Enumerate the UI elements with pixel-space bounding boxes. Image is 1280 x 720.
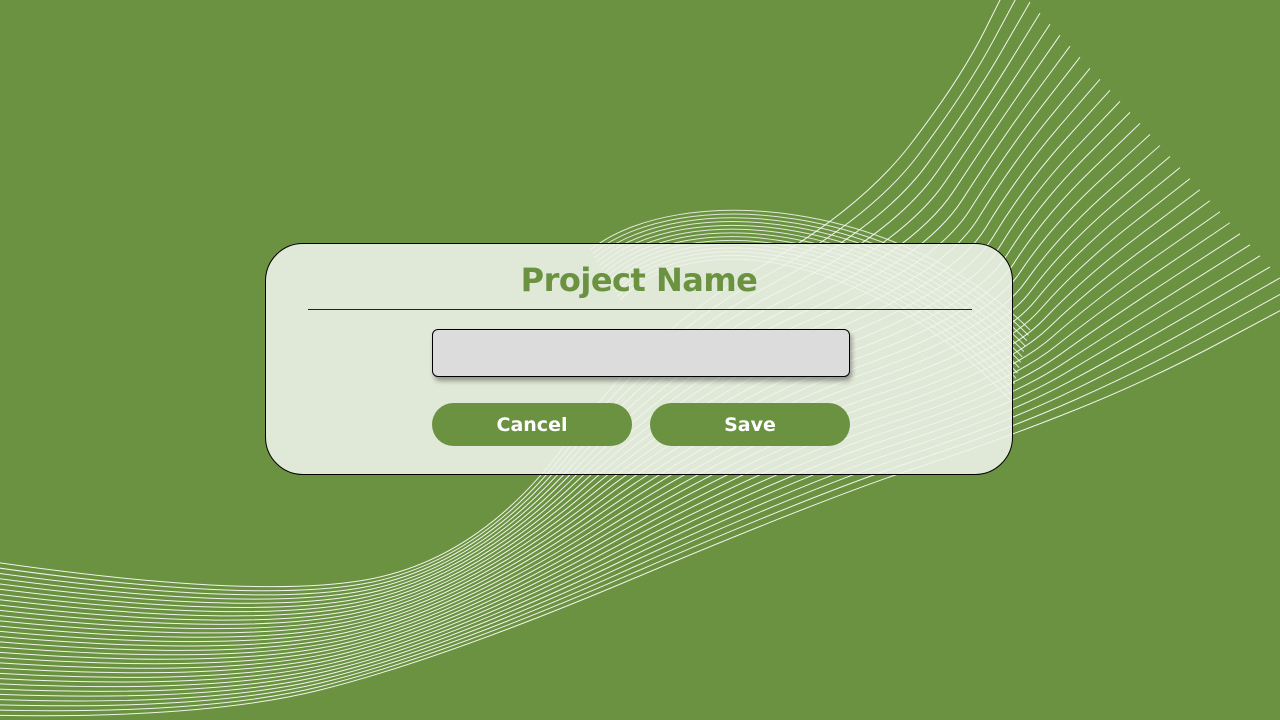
dialog-title: Project Name <box>520 261 758 299</box>
cancel-button[interactable]: Cancel <box>432 403 632 446</box>
project-name-input[interactable] <box>432 329 850 377</box>
title-divider <box>308 309 972 310</box>
project-name-dialog: Project Name Cancel Save <box>265 243 1013 475</box>
save-button[interactable]: Save <box>650 403 850 446</box>
